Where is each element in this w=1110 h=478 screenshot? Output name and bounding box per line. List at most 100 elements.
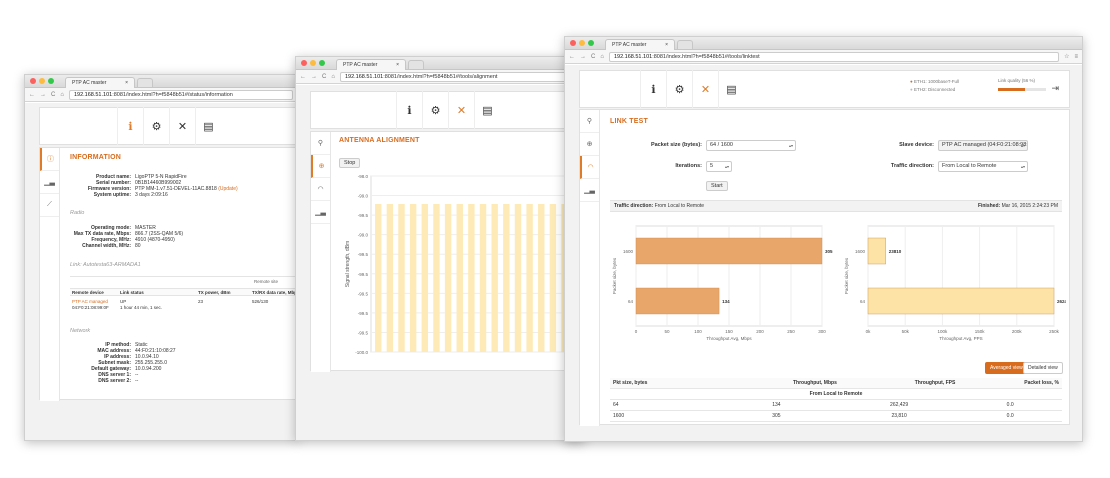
y-tick-label: -98.0 xyxy=(358,174,369,179)
reload-icon[interactable]: C xyxy=(51,92,55,98)
side-info-icon[interactable]: ⓘ xyxy=(40,148,59,171)
back-icon[interactable]: ← xyxy=(300,74,306,80)
side-search-icon[interactable]: ⚲ xyxy=(311,132,330,155)
signal-bar xyxy=(456,204,463,352)
reload-icon[interactable]: C xyxy=(591,54,595,60)
tools-icon[interactable]: ✕ xyxy=(692,70,718,108)
signal-bar xyxy=(409,204,417,352)
maximize-window-button[interactable] xyxy=(319,60,325,66)
logout-icon[interactable]: ⇥ xyxy=(1051,83,1059,94)
menu-icon[interactable]: ≡ xyxy=(1074,54,1078,60)
iterations-select[interactable]: 5 xyxy=(706,161,732,172)
detailed-view-button[interactable]: Detailed view xyxy=(1023,362,1063,374)
top-toolbar: ℹ ⚙ ✕ ▤ xyxy=(39,107,297,145)
forward-icon[interactable]: → xyxy=(40,92,46,98)
data-label: 305 xyxy=(825,249,833,254)
forward-icon[interactable]: → xyxy=(580,54,586,60)
info-key: System uptime: xyxy=(93,192,131,198)
close-tab-icon[interactable]: × xyxy=(665,40,668,50)
signal-bar xyxy=(375,204,382,352)
info-icon[interactable]: ℹ xyxy=(117,107,143,145)
back-icon[interactable]: ← xyxy=(569,54,575,60)
category-label: 64 xyxy=(860,299,866,304)
traffic-direction-select[interactable]: From Local to Remote xyxy=(938,161,1028,172)
side-gauge-icon[interactable]: ◠ xyxy=(580,156,599,179)
col-header: TX power, dBm xyxy=(198,290,231,295)
section-title: LINK TEST xyxy=(610,118,648,125)
stop-button[interactable]: Stop xyxy=(339,158,361,168)
close-window-button[interactable] xyxy=(30,78,36,84)
data-bar xyxy=(635,287,720,315)
forward-icon[interactable]: → xyxy=(311,74,317,80)
signal-bar xyxy=(479,204,487,352)
signal-bar xyxy=(503,204,510,352)
browser-tab[interactable]: PTP AC master × xyxy=(65,76,135,88)
y-axis-label: Packet size, bytes xyxy=(612,257,617,294)
home-icon[interactable]: ⌂ xyxy=(600,54,604,60)
browser-window-information: PTP AC master × ← → C ⌂ 192.168.51.101:8081/… xyxy=(24,74,298,441)
cell-fps: 23,810 xyxy=(839,410,959,422)
url-host: 192.168.51.101 xyxy=(73,91,113,98)
summary-direction-label: Traffic direction: xyxy=(614,203,654,209)
start-button[interactable]: Start xyxy=(706,181,728,191)
url-input[interactable]: 192.168.51.101:8081/index.html?h=f5848b5… xyxy=(608,51,1060,62)
url-input[interactable]: 192.168.51.101:8081/index.html?h=f5848b5… xyxy=(68,89,293,100)
cell-size: 1600 xyxy=(610,410,713,422)
maximize-window-button[interactable] xyxy=(588,40,594,46)
browser-tab[interactable]: PTP AC master × xyxy=(605,38,675,50)
info-key: DNS server 2: xyxy=(98,378,131,384)
router-icon[interactable]: ▤ xyxy=(718,70,744,108)
close-window-button[interactable] xyxy=(570,40,576,46)
router-icon[interactable]: ▤ xyxy=(195,107,221,145)
info-icon[interactable]: ℹ xyxy=(640,70,666,108)
back-icon[interactable]: ← xyxy=(29,92,35,98)
browser-tab[interactable]: PTP AC master × xyxy=(336,58,406,70)
minimize-window-button[interactable] xyxy=(310,60,316,66)
maximize-window-button[interactable] xyxy=(48,78,54,84)
side-chart-icon[interactable]: ▁▃ xyxy=(311,201,330,224)
network-heading: Network xyxy=(70,328,91,334)
home-icon[interactable]: ⌂ xyxy=(60,92,64,98)
tools-icon[interactable]: ✕ xyxy=(169,107,195,145)
gear-icon[interactable]: ⚙ xyxy=(143,107,169,145)
y-tick-label: -99.5 xyxy=(358,330,369,335)
new-tab-button[interactable] xyxy=(677,40,693,49)
cell-size: 64 xyxy=(610,399,713,411)
cell-loss: 0.0 xyxy=(958,399,1062,411)
minimize-window-button[interactable] xyxy=(39,78,45,84)
iterations-label: Iterations: xyxy=(675,163,702,169)
close-window-button[interactable] xyxy=(301,60,307,66)
side-search-icon[interactable]: ⚲ xyxy=(580,110,599,133)
side-gauge-icon[interactable]: ◠ xyxy=(311,178,330,201)
gear-icon[interactable]: ⚙ xyxy=(666,70,692,108)
gear-icon[interactable]: ⚙ xyxy=(422,91,448,129)
side-target-icon[interactable]: ⊕ xyxy=(580,133,599,156)
side-target-icon[interactable]: ⊕ xyxy=(311,155,330,178)
info-icon[interactable]: ℹ xyxy=(396,91,422,129)
close-tab-icon[interactable]: × xyxy=(125,78,128,88)
update-link[interactable]: (Update) xyxy=(218,186,237,192)
data-label: 262429 xyxy=(1057,299,1066,304)
content-panel: ⚲ ⊕ ◠ ▁▃ LINK TEST Packet size (bytes): … xyxy=(579,109,1070,426)
slave-device-label: Slave device: xyxy=(899,142,934,148)
category-label: 1600 xyxy=(623,249,634,254)
link-quality-label: Link quality (56 %) xyxy=(998,78,1036,83)
home-icon[interactable]: ⌂ xyxy=(331,74,335,80)
data-bar xyxy=(867,287,1055,315)
packet-size-select[interactable]: 64 / 1600 xyxy=(706,140,796,151)
link-quality: Link quality (56 %) xyxy=(998,78,1046,91)
router-icon[interactable]: ▤ xyxy=(474,91,500,129)
tools-icon[interactable]: ✕ xyxy=(448,91,474,129)
results-table: Pkt size, bytes Throughput, Mbps Through… xyxy=(610,378,1062,422)
category-label: 64 xyxy=(628,299,634,304)
side-chart-icon[interactable]: ▁▃ xyxy=(580,179,599,202)
new-tab-button[interactable] xyxy=(137,78,153,87)
info-row: Channel width, MHz: 80 xyxy=(40,243,183,249)
minimize-window-button[interactable] xyxy=(579,40,585,46)
close-tab-icon[interactable]: × xyxy=(396,60,399,70)
reload-icon[interactable]: C xyxy=(322,74,326,80)
star-icon[interactable]: ☆ xyxy=(1064,53,1069,60)
new-tab-button[interactable] xyxy=(408,60,424,69)
averaged-view-button[interactable]: Averaged view xyxy=(985,362,1028,374)
url-input[interactable]: 192.168.51.101:8081/index.html?h=f5848b5… xyxy=(339,71,580,82)
